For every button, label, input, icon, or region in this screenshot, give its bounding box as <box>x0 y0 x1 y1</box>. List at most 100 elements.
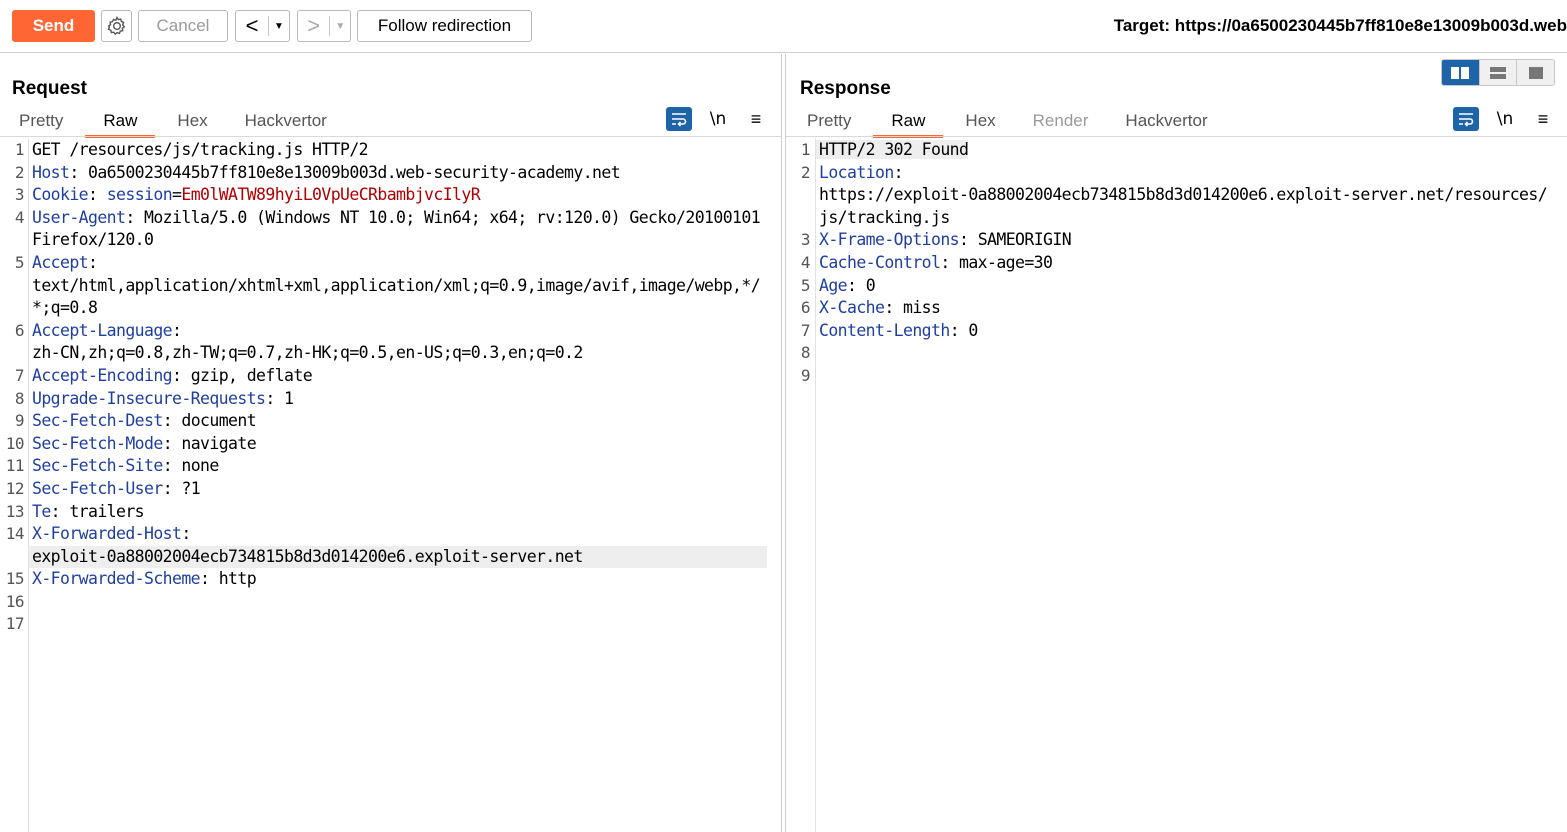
code-line-continuation: https://exploit-0a88002004ecb734815b8d3d… <box>819 184 1553 229</box>
line-number: 8 <box>800 343 811 363</box>
tab-raw[interactable]: Raw <box>85 109 156 138</box>
line-content: Host: 0a6500230445b7ff810e8e13009b003d.w… <box>32 162 621 182</box>
response-editor[interactable]: 1 HTTP/2 302 Found 2 Location: https://explo… <box>786 138 1567 832</box>
code-line: 2 Location: <box>801 162 1553 185</box>
target-url[interactable]: Target: https://0a6500230445b7ff810e8e13… <box>1114 16 1567 36</box>
tab-raw[interactable]: Raw <box>873 109 944 138</box>
top-toolbar: Send Cancel < ▼ > ▼ Follow redirection T… <box>0 0 1567 53</box>
tab-hex[interactable]: Hex <box>950 109 1010 138</box>
header-separator: : <box>949 320 969 340</box>
header-name: X-Frame-Options <box>819 230 960 250</box>
line-number: 6 <box>800 298 811 318</box>
layout-svg <box>1451 66 1470 79</box>
request-code[interactable]: 1 GET /resources/js/tracking.js HTTP/2 2 Ho… <box>6 139 767 636</box>
line-number: 12 <box>5 478 25 498</box>
tab-render[interactable]: Render <box>1018 109 1104 138</box>
header-value: https://exploit-0a88002004ecb734815b8d3d… <box>819 185 1548 227</box>
layout-split-vertical-icon[interactable] <box>1478 60 1517 85</box>
chevron-down-icon[interactable]: ▼ <box>330 21 350 32</box>
chevron-down-icon[interactable]: ▼ <box>269 21 289 32</box>
line-content: X-Cache: miss <box>819 298 941 318</box>
header-separator: : <box>940 252 960 272</box>
word-wrap-icon[interactable] <box>666 107 692 131</box>
response-code[interactable]: 1 HTTP/2 302 Found 2 Location: https://explo… <box>801 139 1553 388</box>
line-content: Upgrade-Insecure-Requests: 1 <box>32 389 294 408</box>
header-separator: : <box>200 569 219 589</box>
gear-icon-svg <box>107 16 125 36</box>
code-line-continuation: text/html,application/xhtml+xml,applicat… <box>32 275 767 320</box>
line-content: X-Frame-Options: SAMEORIGIN <box>819 230 1072 250</box>
tab-pretty[interactable]: Pretty <box>4 109 78 138</box>
header-name: User-Agent <box>32 207 126 227</box>
cookie-name: session <box>106 185 173 205</box>
code-line: 6 X-Cache: miss <box>801 297 1553 320</box>
code-line: 9 Sec-Fetch-Dest: document <box>15 410 767 433</box>
response-pane: Response Pretty Raw Hex Render Hackverto… <box>785 54 1567 832</box>
cancel-button[interactable]: Cancel <box>138 10 228 42</box>
request-editor[interactable]: 1 GET /resources/js/tracking.js HTTP/2 2 Ho… <box>0 138 781 832</box>
tabs-divider <box>786 136 1567 137</box>
line-content: X-Forwarded-Scheme: http <box>32 569 257 589</box>
layout-single-icon[interactable] <box>1516 60 1554 85</box>
layout-toggle <box>1441 59 1555 86</box>
header-value: 0 <box>968 320 978 340</box>
line-number: 2 <box>14 162 25 182</box>
line-number: 2 <box>800 162 811 182</box>
code-line: 7 Accept-Encoding: gzip, deflate <box>15 365 767 388</box>
show-newlines-toggle[interactable]: \n <box>692 109 744 129</box>
wrap-icon-svg <box>672 113 687 127</box>
layout-split-horizontal-icon[interactable] <box>1442 60 1479 85</box>
code-line: 10 Sec-Fetch-Mode: navigate <box>6 433 767 456</box>
line-content: Te: trailers <box>32 502 145 521</box>
header-separator: : <box>893 162 904 182</box>
header-name: Location <box>819 162 894 182</box>
line-content: HTTP/2 302 Found <box>816 140 969 159</box>
forward-arrow-icon[interactable]: > <box>298 12 329 40</box>
tab-pretty[interactable]: Pretty <box>792 109 866 138</box>
header-name: Host <box>32 162 70 182</box>
hamburger-menu-icon[interactable]: ≡ <box>1531 109 1555 130</box>
back-arrow-icon[interactable]: < <box>236 12 268 40</box>
line-number: 11 <box>5 456 25 476</box>
hamburger-menu-icon[interactable]: ≡ <box>744 109 768 130</box>
line-content: Age: 0 <box>819 276 876 295</box>
code-line: 4 Cache-Control: max-age=30 <box>801 252 1553 275</box>
header-value: text/html,application/xhtml+xml,applicat… <box>32 275 761 318</box>
header-value: zh-CN,zh;q=0.8,zh-TW;q=0.7,zh-HK;q=0.5,e… <box>32 343 583 363</box>
settings-gear-icon[interactable] <box>101 10 132 42</box>
line-content: Accept-Language: <box>32 321 182 340</box>
back-button[interactable]: < ▼ <box>235 10 290 42</box>
header-separator: : <box>88 185 107 205</box>
header-name: Accept-Encoding <box>32 365 173 385</box>
line-number: 7 <box>14 365 25 385</box>
line-content: Location: <box>819 162 904 182</box>
line-number: 3 <box>800 230 811 250</box>
header-separator: : <box>172 365 191 385</box>
follow-redirection-button[interactable]: Follow redirection <box>357 10 532 42</box>
show-newlines-toggle[interactable]: \n <box>1479 109 1531 129</box>
header-separator: : <box>88 252 98 272</box>
wrap-icon-svg <box>1459 113 1474 127</box>
line-number: 9 <box>14 411 25 431</box>
line-number: 6 <box>14 320 25 340</box>
header-value: exploit-0a88002004ecb734815b8d3d014200e6… <box>29 545 767 569</box>
line-number: 9 <box>800 365 811 385</box>
line-content: GET /resources/js/tracking.js HTTP/2 <box>32 140 369 159</box>
line-content: Content-Length: 0 <box>819 321 978 340</box>
code-line: 3 X-Frame-Options: SAMEORIGIN <box>801 229 1553 252</box>
forward-button[interactable]: > ▼ <box>297 10 351 42</box>
request-editor-tools: \n ≡ <box>666 107 768 131</box>
tab-hackvertor[interactable]: Hackvertor <box>1110 109 1222 138</box>
tab-hackvertor[interactable]: Hackvertor <box>230 109 342 138</box>
layout-svg <box>1490 66 1506 79</box>
code-line: 11 Sec-Fetch-Site: none <box>6 455 767 478</box>
header-name: Cookie <box>32 185 89 205</box>
header-separator: : <box>181 524 191 544</box>
tab-hex[interactable]: Hex <box>162 109 222 138</box>
send-button[interactable]: Send <box>12 10 95 42</box>
header-separator: : <box>162 478 182 498</box>
word-wrap-icon[interactable] <box>1453 107 1479 131</box>
code-line: 14 X-Forwarded-Host: <box>6 523 767 546</box>
header-value: miss <box>903 298 941 318</box>
request-tabs: Pretty Raw Hex Hackvertor <box>4 109 342 138</box>
